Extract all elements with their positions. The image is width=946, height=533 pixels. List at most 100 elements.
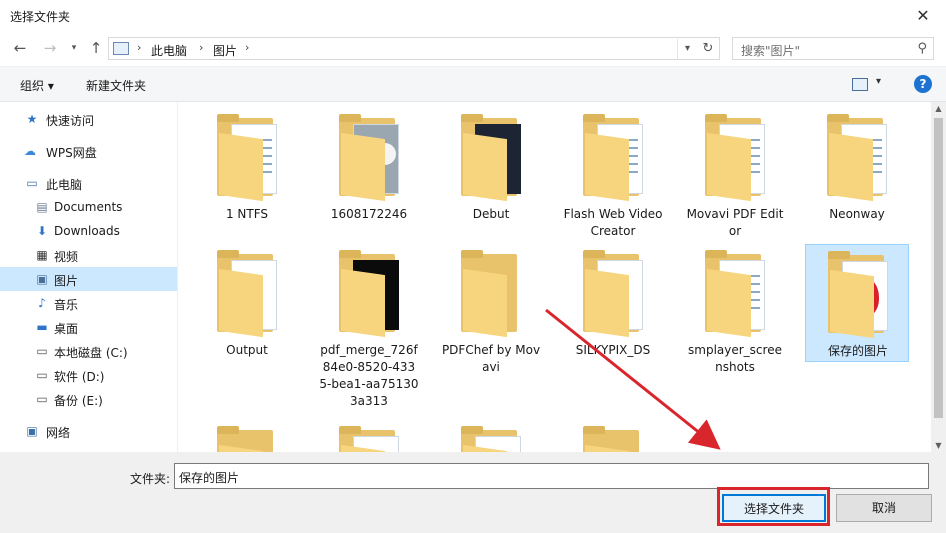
chevron-right-icon[interactable]: › — [245, 41, 249, 54]
up-arrow-icon[interactable]: ↑ — [86, 38, 106, 58]
sidebar-item-label: 本地磁盘 (C:) — [54, 346, 128, 360]
sidebar-item-videos[interactable]: ▦ 视频 — [0, 243, 177, 267]
folder-icon — [705, 114, 765, 202]
scroll-down-icon[interactable]: ▼ — [931, 441, 946, 450]
sidebar-item-label: 快速访问 — [46, 114, 95, 128]
sidebar-item-label: 软件 (D:) — [54, 370, 105, 384]
folder-item[interactable]: 1 NTFS — [195, 108, 299, 238]
folder-icon — [828, 251, 888, 339]
address-bar[interactable]: › 此电脑 › 图片 › ▾ ↻ — [108, 37, 720, 60]
folder-name-label: Output — [226, 343, 268, 357]
folder-item[interactable]: Movavi PDF Editor — [683, 108, 787, 238]
scroll-up-icon[interactable]: ▲ — [931, 104, 946, 113]
sidebar-item-label: 音乐 — [54, 298, 79, 312]
sidebar-item-desktop[interactable]: ▬ 桌面 — [0, 315, 177, 339]
folder-name-label: Movavi PDF Editor — [686, 207, 784, 238]
highlight-box — [717, 487, 830, 526]
help-icon[interactable]: ? — [914, 75, 932, 93]
folder-icon — [339, 114, 399, 202]
folder-item[interactable]: Debut — [439, 108, 543, 238]
folder-name-label: Neonway — [829, 207, 885, 221]
navigation-bar: ← → ▾ ↑ › 此电脑 › 图片 › ▾ ↻ 搜索"图片" ⚲ — [0, 32, 946, 66]
sidebar-item-music[interactable]: ♪ 音乐 — [0, 291, 177, 315]
folder-icon — [339, 426, 399, 452]
sidebar-item-documents[interactable]: ▤ Documents — [0, 195, 177, 219]
folder-icon — [827, 114, 887, 202]
folder-item[interactable] — [317, 420, 421, 452]
folder-icon — [583, 250, 643, 338]
close-icon[interactable]: ✕ — [900, 0, 946, 32]
folder-name-label: 1 NTFS — [225, 207, 269, 221]
folder-item[interactable]: smplayer_screenshots — [683, 244, 787, 374]
forward-arrow-icon[interactable]: → — [40, 38, 60, 58]
pictures-location-icon — [113, 42, 129, 55]
search-placeholder: 搜索"图片" — [741, 44, 801, 58]
refresh-icon[interactable]: ↻ — [699, 39, 717, 59]
sidebar-item-wps-cloud[interactable]: ☁ WPS网盘 — [0, 139, 177, 163]
view-dropdown-icon[interactable]: ▾ — [876, 76, 881, 87]
folder-item[interactable] — [195, 420, 299, 452]
search-icon[interactable]: ⚲ — [917, 41, 927, 56]
folder-item[interactable]: 保存的图片 — [805, 244, 909, 362]
back-arrow-icon[interactable]: ← — [10, 38, 30, 58]
folder-icon — [461, 426, 521, 452]
breadcrumb-this-pc[interactable]: 此电脑 — [151, 42, 187, 59]
drive-icon: ▭ — [36, 344, 48, 358]
folder-icon — [217, 426, 277, 452]
folder-name-field[interactable]: 保存的图片 — [174, 463, 929, 489]
cancel-button[interactable]: 取消 — [836, 494, 932, 522]
folder-item[interactable]: 1608172246 — [317, 108, 421, 238]
folder-name-label: smplayer_screenshots — [688, 343, 782, 374]
chevron-right-icon[interactable]: › — [199, 41, 203, 54]
window-title: 选择文件夹 — [10, 10, 71, 24]
folder-name-label: 1608172246 — [330, 207, 408, 221]
chevron-right-icon[interactable]: › — [137, 41, 141, 54]
folder-item[interactable] — [561, 420, 665, 452]
drive-icon: ▭ — [36, 392, 48, 406]
sidebar-item-label: 视频 — [54, 250, 79, 264]
folder-item[interactable]: SILKYPIX_DS — [561, 244, 665, 362]
breadcrumb-pictures[interactable]: 图片 — [213, 42, 237, 59]
organize-menu[interactable]: 组织 ▾ — [20, 77, 54, 94]
folder-item[interactable]: Output — [195, 244, 299, 362]
download-icon: ⬇ — [36, 224, 48, 238]
folder-item[interactable] — [439, 420, 543, 452]
sidebar-item-downloads[interactable]: ⬇ Downloads — [0, 219, 177, 243]
vertical-scrollbar[interactable]: ▲ ▼ — [931, 102, 946, 452]
folder-item[interactable]: PDFChef by Movavi — [439, 244, 543, 374]
sidebar-item-pictures[interactable]: ▣ 图片 — [0, 267, 177, 291]
sidebar-item-label: 桌面 — [54, 322, 79, 336]
folder-icon — [217, 250, 277, 338]
folder-icon — [583, 114, 643, 202]
folder-name-label: pdf_merge_726f84e0-8520-4335-bea1-aa7513… — [319, 343, 419, 408]
folder-icon — [461, 250, 521, 338]
search-input[interactable]: 搜索"图片" ⚲ — [732, 37, 934, 60]
sidebar-item-drive-c[interactable]: ▭ 本地磁盘 (C:) — [0, 339, 177, 363]
sidebar-item-label: 此电脑 — [46, 178, 83, 192]
view-mode-icon[interactable] — [852, 78, 868, 91]
recent-chevron-icon[interactable]: ▾ — [64, 38, 84, 58]
new-folder-button[interactable]: 新建文件夹 — [86, 77, 146, 94]
folder-item[interactable]: pdf_merge_726f84e0-8520-4335-bea1-aa7513… — [317, 244, 421, 408]
sidebar-item-drive-d[interactable]: ▭ 软件 (D:) — [0, 363, 177, 387]
folder-item[interactable]: Neonway — [805, 108, 909, 238]
folder-label: 文件夹: — [130, 472, 171, 486]
folder-name-label: 保存的图片 — [827, 344, 888, 358]
folder-item[interactable]: Flash Web Video Creator — [561, 108, 665, 238]
sidebar-item-label: 网络 — [46, 426, 71, 440]
address-dropdown-icon[interactable]: ▾ — [677, 39, 697, 59]
document-icon: ▤ — [36, 200, 48, 214]
folder-icon — [217, 114, 277, 202]
sidebar-item-network[interactable]: ▣ 网络 — [0, 419, 177, 443]
star-icon: ★ — [26, 112, 38, 126]
picture-icon: ▣ — [36, 272, 48, 286]
folder-icon — [339, 250, 399, 338]
sidebar-item-drive-e[interactable]: ▭ 备份 (E:) — [0, 387, 177, 411]
scrollbar-thumb[interactable] — [934, 118, 943, 418]
sidebar-item-this-pc[interactable]: ▭ 此电脑 — [0, 171, 177, 195]
folder-grid: 1 NTFS 1608172246 Debut Flash Web Video Cre… — [179, 102, 931, 452]
sidebar-item-quick-access[interactable]: ★ 快速访问 — [0, 107, 177, 131]
sidebar-item-label: 备份 (E:) — [54, 394, 103, 408]
network-icon: ▣ — [26, 424, 38, 438]
title-bar: 选择文件夹 ✕ — [0, 0, 946, 32]
